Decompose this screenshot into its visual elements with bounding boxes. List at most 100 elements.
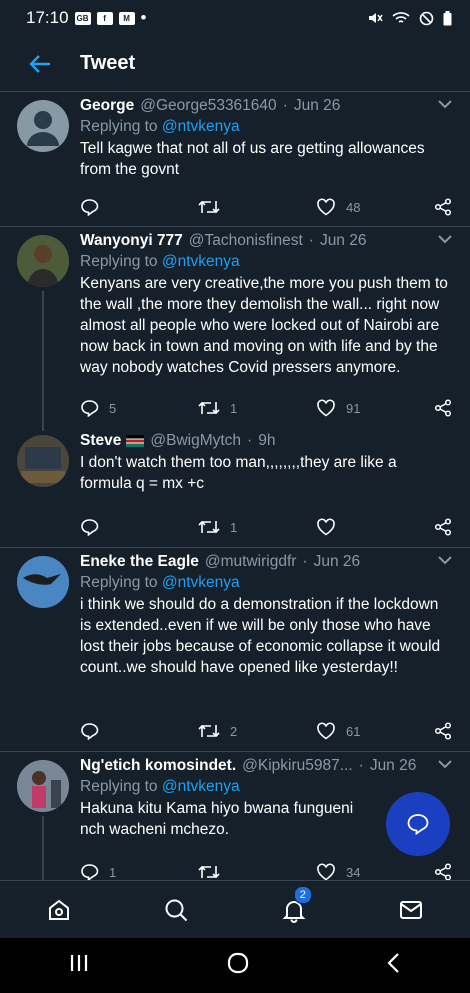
tweet-header: George @George53361640 · Jun 26 <box>80 97 452 115</box>
bottom-nav: 2 <box>0 880 470 938</box>
user-handle[interactable]: @Kipkiru5987... <box>242 757 353 775</box>
tweet-item[interactable]: George @George53361640 · Jun 26 Replying… <box>0 92 470 227</box>
reply-icon <box>81 199 99 216</box>
tweet-feed[interactable]: George @George53361640 · Jun 26 Replying… <box>0 92 470 880</box>
user-handle[interactable]: @George53361640 <box>140 97 276 115</box>
status-right <box>367 10 452 26</box>
dnd-icon <box>419 11 434 25</box>
back-arrow-icon <box>29 54 50 73</box>
tweet-time: Jun 26 <box>293 97 341 114</box>
tweet-header: Eneke the Eagle @mutwirigdfr · Jun 26 <box>80 553 452 571</box>
tweet-time: Jun 26 <box>369 757 417 774</box>
separator-dot: · <box>302 553 308 570</box>
tweet-actions: 48 <box>80 197 452 217</box>
nav-search[interactable] <box>156 890 196 930</box>
like-icon <box>317 198 335 216</box>
avatar[interactable] <box>17 235 69 287</box>
thread-line <box>42 291 44 431</box>
avatar[interactable] <box>17 760 69 812</box>
back-chevron-icon <box>387 953 399 973</box>
mute-icon <box>369 13 383 23</box>
tweet-text: Kenyans are very creative,the more you p… <box>80 275 448 376</box>
tweet-content: Steve @BwigMytch · 9h I don't watch them… <box>80 432 452 494</box>
notif-icon-facebook: f <box>96 11 113 25</box>
share-button[interactable] <box>434 198 452 216</box>
reply-button[interactable]: 5 <box>80 399 116 417</box>
avatar[interactable] <box>17 556 69 608</box>
chevron-down-icon[interactable] <box>438 234 452 244</box>
page-title: Tweet <box>80 52 136 74</box>
display-name[interactable]: Wanyonyi 777 <box>80 232 183 250</box>
like-button[interactable]: 61 <box>316 722 360 740</box>
notif-icon-mail: M <box>118 11 135 25</box>
mention-link[interactable]: @ntvkenya <box>162 118 240 135</box>
chevron-down-icon[interactable] <box>438 99 452 109</box>
tweet-text: I don't watch them too man,,,,,,,,they a… <box>80 454 397 492</box>
nav-messages[interactable] <box>391 890 431 930</box>
display-name[interactable]: Steve <box>80 432 121 450</box>
status-left: 17:10 GB f M • <box>26 8 147 28</box>
mention-link[interactable]: @ntvkenya <box>162 574 240 591</box>
chevron-down-icon[interactable] <box>438 555 452 565</box>
tweet-item[interactable]: Steve @BwigMytch · 9h I don't watch them… <box>0 427 470 548</box>
replying-prefix: Replying to <box>80 778 162 795</box>
replying-to: Replying to @ntvkenya <box>80 574 452 592</box>
compose-reply-button[interactable] <box>386 792 450 856</box>
like-button[interactable]: 48 <box>316 198 360 216</box>
reply-icon <box>81 864 99 880</box>
share-icon <box>434 198 452 216</box>
replying-to: Replying to @ntvkenya <box>80 778 452 796</box>
tweet-time: Jun 26 <box>313 553 361 570</box>
display-name[interactable]: Eneke the Eagle <box>80 553 199 571</box>
retweet-button[interactable] <box>198 864 230 880</box>
reply-button[interactable] <box>80 198 109 216</box>
mention-link[interactable]: @ntvkenya <box>162 253 240 270</box>
retweet-icon <box>198 520 220 534</box>
avatar[interactable] <box>17 100 69 152</box>
like-button[interactable] <box>316 518 346 536</box>
chevron-down-icon[interactable] <box>438 759 452 769</box>
like-button[interactable]: 91 <box>316 399 360 417</box>
reply-button[interactable]: 1 <box>80 863 116 880</box>
tweet-item[interactable]: Eneke the Eagle @mutwirigdfr · Jun 26 Re… <box>0 548 470 752</box>
tweet-actions: 1 34 <box>80 862 452 880</box>
separator-dot: · <box>247 432 253 449</box>
retweet-count: 1 <box>230 519 238 535</box>
user-handle[interactable]: @mutwirigdfr <box>205 553 297 571</box>
replying-prefix: Replying to <box>80 574 162 591</box>
reply-button[interactable] <box>80 722 109 740</box>
share-icon <box>434 399 452 417</box>
retweet-button[interactable]: 2 <box>198 723 237 739</box>
search-icon <box>165 899 188 921</box>
tweet-actions: 2 61 <box>80 721 452 741</box>
home-system-button[interactable] <box>226 951 250 980</box>
like-button[interactable]: 34 <box>316 863 360 880</box>
nav-notifications[interactable]: 2 <box>274 885 314 930</box>
share-icon <box>434 518 452 536</box>
back-system-button[interactable] <box>386 952 402 979</box>
display-name[interactable]: Ng'etich komosindet. <box>80 757 236 775</box>
mention-link[interactable]: @ntvkenya <box>162 778 240 795</box>
back-button[interactable] <box>0 36 80 91</box>
reply-button[interactable] <box>80 518 109 536</box>
user-handle[interactable]: @BwigMytch <box>150 432 241 450</box>
nav-home[interactable] <box>39 890 79 930</box>
recents-button[interactable] <box>68 953 90 978</box>
share-button[interactable] <box>434 399 452 417</box>
share-button[interactable] <box>434 518 452 536</box>
notif-icon-gb: GB <box>74 11 91 25</box>
status-bar: 17:10 GB f M • <box>0 0 470 36</box>
user-handle[interactable]: @Tachonisfinest <box>189 232 303 250</box>
share-button[interactable] <box>434 863 452 880</box>
display-name[interactable]: George <box>80 97 134 115</box>
tweet-item[interactable]: Wanyonyi 777 @Tachonisfinest · Jun 26 Re… <box>0 227 470 431</box>
status-time: 17:10 <box>26 8 69 27</box>
retweet-button[interactable]: 1 <box>198 519 237 535</box>
share-icon <box>434 722 452 740</box>
tweet-header: Wanyonyi 777 @Tachonisfinest · Jun 26 <box>80 232 452 250</box>
share-button[interactable] <box>434 722 452 740</box>
tweet-actions: 1 <box>80 517 452 537</box>
avatar[interactable] <box>17 435 69 487</box>
retweet-button[interactable] <box>198 199 230 215</box>
retweet-button[interactable]: 1 <box>198 400 237 416</box>
